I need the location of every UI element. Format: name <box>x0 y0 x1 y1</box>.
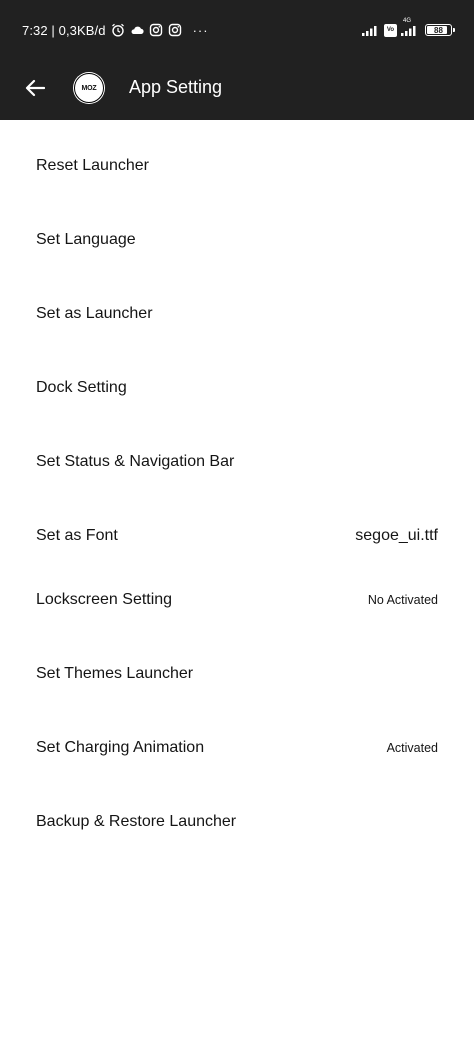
setting-label: Reset Launcher <box>36 157 149 174</box>
lockscreen-status: No Activated <box>367 593 438 607</box>
setting-themes-launcher[interactable]: Set Themes Launcher <box>0 642 474 706</box>
battery-percent: 88 <box>434 25 443 35</box>
setting-lockscreen[interactable]: Lockscreen Setting No Activated <box>0 568 474 632</box>
status-bar: 7:32 | 0,3KB/d ··· Vo 4G 88 <box>0 0 474 58</box>
app-bar: MOZ App Setting <box>0 58 474 120</box>
setting-reset-launcher[interactable]: Reset Launcher <box>0 134 474 198</box>
font-value: segoe_ui.ttf <box>355 527 438 544</box>
network-type: 4G <box>403 18 412 24</box>
status-separator: | <box>51 22 55 38</box>
signal-4g-icon: 4G <box>401 18 419 36</box>
status-time: 7:32 | 0,3KB/d <box>22 23 106 38</box>
status-bar-right: Vo 4G 88 <box>362 18 455 39</box>
setting-label: Dock Setting <box>36 379 127 396</box>
setting-dock[interactable]: Dock Setting <box>0 356 474 420</box>
signal-icon <box>362 24 380 36</box>
more-notifications-icon: ··· <box>192 22 209 38</box>
instagram-icon <box>149 23 163 37</box>
setting-set-as-launcher[interactable]: Set as Launcher <box>0 282 474 346</box>
setting-label: Set Charging Animation <box>36 739 205 756</box>
status-bar-left: 7:32 | 0,3KB/d ··· <box>22 21 209 39</box>
setting-label: Set Language <box>36 231 136 248</box>
setting-label: Set as Launcher <box>36 305 153 322</box>
battery-icon: 88 <box>425 24 455 36</box>
instagram-icon <box>168 23 182 37</box>
cloud-icon <box>130 23 144 37</box>
charging-animation-status: Activated <box>386 741 438 755</box>
setting-set-as-font[interactable]: Set as Font segoe_ui.ttf <box>0 504 474 568</box>
page-title: App Setting <box>129 77 223 97</box>
alarm-icon <box>111 23 125 37</box>
network-speed: 0,3KB/d <box>58 22 106 38</box>
setting-backup-restore[interactable]: Backup & Restore Launcher <box>0 790 474 854</box>
setting-label: Set as Font <box>36 527 118 544</box>
setting-label: Set Themes Launcher <box>36 665 194 682</box>
app-logo: MOZ <box>74 73 104 103</box>
clock: 7:32 <box>22 22 48 38</box>
setting-charging-animation[interactable]: Set Charging Animation Activated <box>0 716 474 780</box>
back-button[interactable] <box>20 73 50 103</box>
setting-label: Set Status & Navigation Bar <box>36 453 235 470</box>
app-logo-text: MOZ <box>81 84 97 92</box>
arrow-left-icon <box>25 79 45 97</box>
setting-status-navigation-bar[interactable]: Set Status & Navigation Bar <box>0 430 474 494</box>
volte-icon: Vo <box>384 23 397 37</box>
setting-label: Lockscreen Setting <box>36 591 173 608</box>
top-bar: 7:32 | 0,3KB/d ··· Vo 4G 88 MOZ App Sett… <box>0 0 474 120</box>
setting-label: Backup & Restore Launcher <box>36 813 237 830</box>
setting-set-language[interactable]: Set Language <box>0 208 474 272</box>
